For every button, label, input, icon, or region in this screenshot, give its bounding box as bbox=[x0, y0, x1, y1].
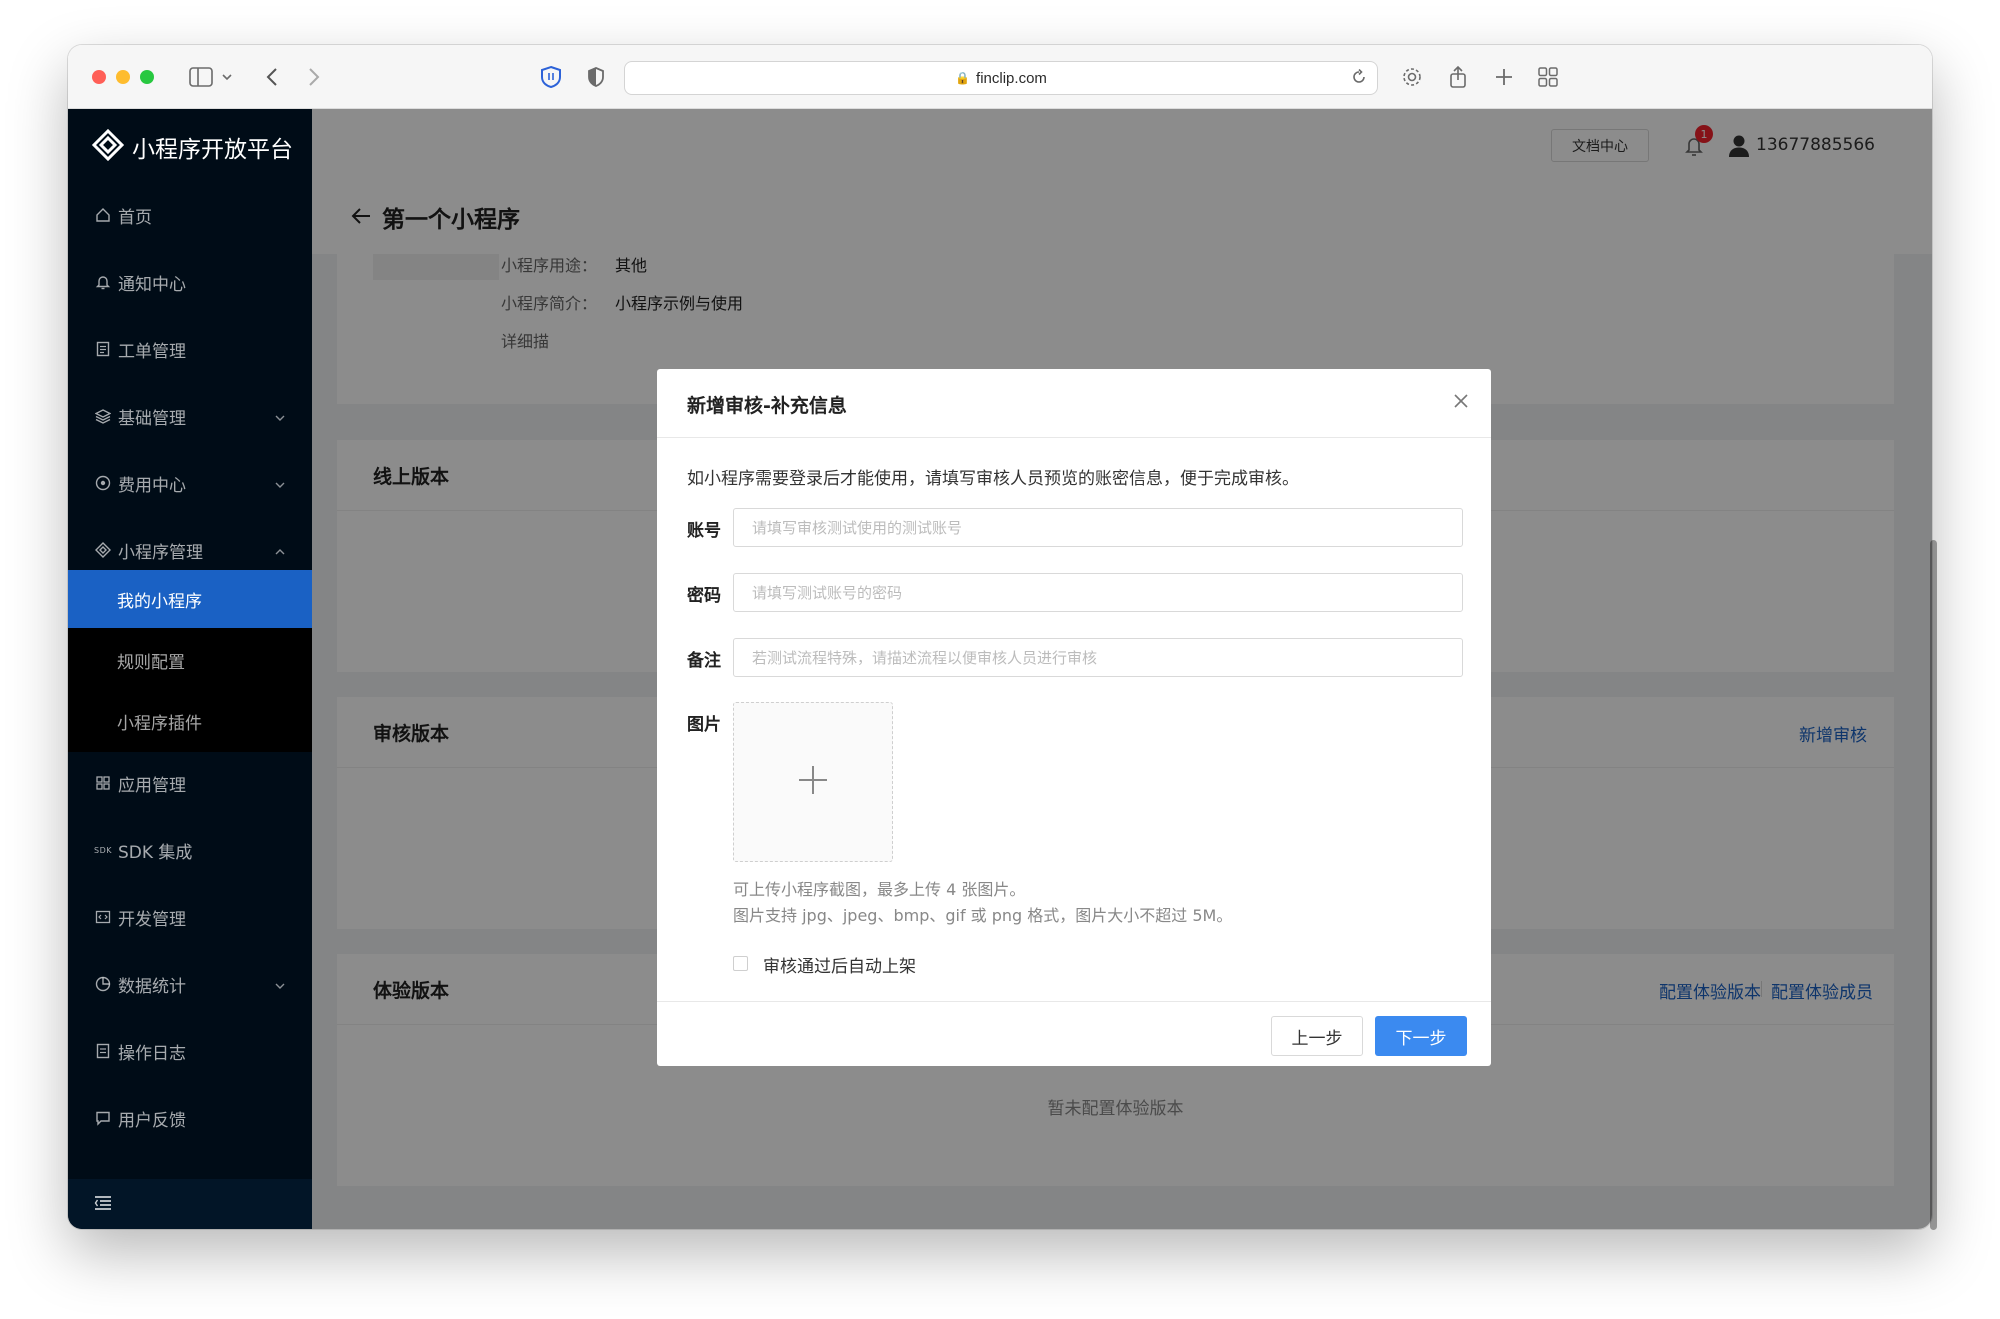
back-icon[interactable] bbox=[262, 63, 282, 91]
sidebar-item-label: 操作日志 bbox=[118, 1043, 186, 1064]
menu-collapse-icon[interactable] bbox=[94, 1195, 112, 1215]
sidebar-item-billing[interactable]: 费用中心 bbox=[68, 460, 312, 506]
chevron-up-icon bbox=[274, 541, 286, 561]
sidebar-item-label: SDK 集成 bbox=[118, 842, 193, 863]
close-window-button[interactable] bbox=[92, 70, 106, 84]
browser-toolbar: 🔒 finclip.com bbox=[68, 45, 1932, 109]
sidebar-item-label: 用户反馈 bbox=[118, 1110, 186, 1131]
upload-format-tip: 图片支持 jpg、jpeg、bmp、gif 或 png 格式，图片大小不超过 5… bbox=[733, 906, 1233, 925]
sidebar-item-tickets[interactable]: 工单管理 bbox=[68, 326, 312, 372]
sidebar: 小程序开放平台 首页 通知中心 工单管理 基础管理 费用中心 小程序管理 我的小… bbox=[68, 109, 312, 1229]
modal-description: 如小程序需要登录后才能使用，请填写审核人员预览的账密信息，便于完成审核。 bbox=[687, 469, 1299, 489]
bell-icon bbox=[94, 273, 112, 291]
reload-icon[interactable] bbox=[1351, 68, 1367, 89]
forward-icon[interactable] bbox=[304, 63, 324, 91]
sidebar-item-dev[interactable]: 开发管理 bbox=[68, 894, 312, 940]
chevron-down-icon bbox=[274, 975, 286, 995]
modal-title: 新增审核-补充信息 bbox=[687, 395, 847, 417]
sidebar-item-label: 基础管理 bbox=[118, 408, 186, 429]
message-icon bbox=[94, 1109, 112, 1127]
layers-icon bbox=[94, 407, 112, 425]
lock-icon: 🔒 bbox=[955, 71, 971, 85]
remark-input[interactable] bbox=[733, 638, 1463, 677]
ticket-icon bbox=[94, 340, 112, 358]
sidebar-footer bbox=[68, 1179, 312, 1229]
sidebar-item-label: 开发管理 bbox=[118, 909, 186, 930]
sidebar-subitem-rules[interactable]: 规则配置 bbox=[68, 631, 312, 689]
sidebar-item-label: 首页 bbox=[118, 207, 152, 228]
sidebar-item-basic[interactable]: 基础管理 bbox=[68, 393, 312, 439]
sidebar-item-miniprogram[interactable]: 小程序管理 bbox=[68, 527, 312, 573]
log-icon bbox=[94, 1042, 112, 1060]
browser-window: 🔒 finclip.com 小程序开放平台 首页 通知中心 工单管理 基础管理 … bbox=[68, 45, 1932, 1229]
sidebar-item-label: 通知中心 bbox=[118, 274, 186, 295]
sidebar-subitem-my-miniprograms[interactable]: 我的小程序 bbox=[68, 570, 312, 628]
chevron-down-icon bbox=[274, 407, 286, 427]
url-text: finclip.com bbox=[976, 69, 1047, 87]
sidebar-toggle-icon[interactable] bbox=[186, 63, 216, 91]
password-input[interactable] bbox=[733, 573, 1463, 612]
sidebar-item-notifications[interactable]: 通知中心 bbox=[68, 259, 312, 305]
sidebar-item-label: 工单管理 bbox=[118, 341, 186, 362]
sidebar-subitem-label: 规则配置 bbox=[117, 652, 185, 673]
shield-icon[interactable] bbox=[538, 63, 564, 91]
upload-tip: 可上传小程序截图，最多上传 4 张图片。 bbox=[733, 880, 1026, 899]
sdk-icon: SDK bbox=[94, 845, 112, 855]
account-input[interactable] bbox=[733, 508, 1463, 547]
diamond-icon bbox=[94, 541, 112, 559]
logo-text: 小程序开放平台 bbox=[132, 137, 293, 163]
sidebar-item-label: 数据统计 bbox=[118, 976, 186, 997]
address-bar[interactable]: 🔒 finclip.com bbox=[624, 61, 1378, 95]
add-review-modal: 新增审核-补充信息 如小程序需要登录后才能使用，请填写审核人员预览的账密信息，便… bbox=[657, 369, 1491, 1066]
sidebar-item-sdk[interactable]: SDK SDK 集成 bbox=[68, 827, 312, 873]
prev-step-button[interactable]: 上一步 bbox=[1271, 1016, 1363, 1056]
privacy-shield-icon[interactable] bbox=[584, 63, 608, 91]
close-icon[interactable] bbox=[1453, 393, 1469, 413]
sidebar-subitem-label: 小程序插件 bbox=[117, 713, 202, 734]
chevron-down-icon[interactable] bbox=[220, 63, 234, 91]
sidebar-item-feedback[interactable]: 用户反馈 bbox=[68, 1095, 312, 1141]
password-label: 密码 bbox=[687, 586, 721, 606]
sidebar-item-apps[interactable]: 应用管理 bbox=[68, 760, 312, 806]
chevron-down-icon bbox=[274, 474, 286, 494]
scrollbar[interactable] bbox=[1930, 540, 1937, 1230]
sidebar-item-stats[interactable]: 数据统计 bbox=[68, 961, 312, 1007]
remark-label: 备注 bbox=[687, 651, 721, 671]
home-icon bbox=[94, 206, 112, 224]
sidebar-item-logs[interactable]: 操作日志 bbox=[68, 1028, 312, 1074]
sidebar-item-label: 应用管理 bbox=[118, 775, 186, 796]
auto-publish-label[interactable]: 审核通过后自动上架 bbox=[763, 952, 916, 977]
auto-publish-checkbox[interactable] bbox=[733, 956, 748, 971]
coin-icon bbox=[94, 474, 112, 492]
image-upload-box[interactable] bbox=[733, 702, 893, 862]
sidebar-item-label: 小程序管理 bbox=[118, 542, 203, 563]
pie-icon bbox=[94, 975, 112, 993]
sidebar-item-home[interactable]: 首页 bbox=[68, 192, 312, 238]
sidebar-subitem-plugins[interactable]: 小程序插件 bbox=[68, 692, 312, 750]
image-label: 图片 bbox=[687, 715, 721, 735]
next-step-button[interactable]: 下一步 bbox=[1375, 1016, 1467, 1056]
code-icon bbox=[94, 908, 112, 926]
sidebar-subitem-label: 我的小程序 bbox=[117, 591, 202, 612]
logo[interactable]: 小程序开放平台 bbox=[91, 127, 293, 167]
zoom-window-button[interactable] bbox=[140, 70, 154, 84]
grid-icon bbox=[94, 774, 112, 792]
tab-overview-icon[interactable] bbox=[1536, 63, 1560, 91]
minimize-window-button[interactable] bbox=[116, 70, 130, 84]
share-icon[interactable] bbox=[1446, 63, 1470, 91]
modal-header: 新增审核-补充信息 bbox=[657, 369, 1491, 438]
modal-footer-divider bbox=[657, 1001, 1491, 1002]
new-tab-icon[interactable] bbox=[1492, 63, 1516, 91]
account-label: 账号 bbox=[687, 521, 721, 541]
logo-icon bbox=[91, 128, 125, 165]
gear-icon[interactable] bbox=[1398, 63, 1426, 91]
sidebar-item-label: 费用中心 bbox=[118, 475, 186, 496]
plus-icon bbox=[798, 765, 828, 799]
